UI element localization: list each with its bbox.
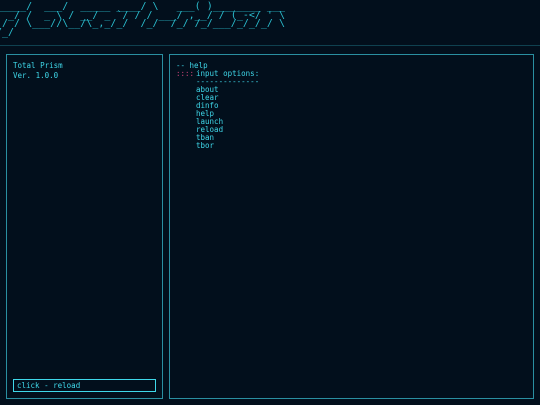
app-name: Total Prism bbox=[13, 61, 63, 70]
app-version: Ver. 1.0.0 bbox=[13, 71, 59, 80]
option-item: tbor bbox=[196, 141, 215, 150]
command-input[interactable]: click - reload bbox=[13, 379, 156, 392]
output-panel: -- help :::: input options: ------------… bbox=[169, 54, 534, 399]
ascii-banner-art: _____/ ___/ _____ ____/ \ ___( )________… bbox=[0, 2, 285, 38]
banner-line: /_/ bbox=[0, 26, 285, 38]
output-prefix: :::: bbox=[176, 69, 195, 78]
command-input-value: click - reload bbox=[17, 381, 81, 390]
banner-divider bbox=[0, 45, 540, 46]
ascii-banner: _____/ ___/ _____ ____/ \ ___( )________… bbox=[0, 0, 540, 44]
info-panel: Total Prism Ver. 1.0.0 click - reload bbox=[6, 54, 163, 399]
